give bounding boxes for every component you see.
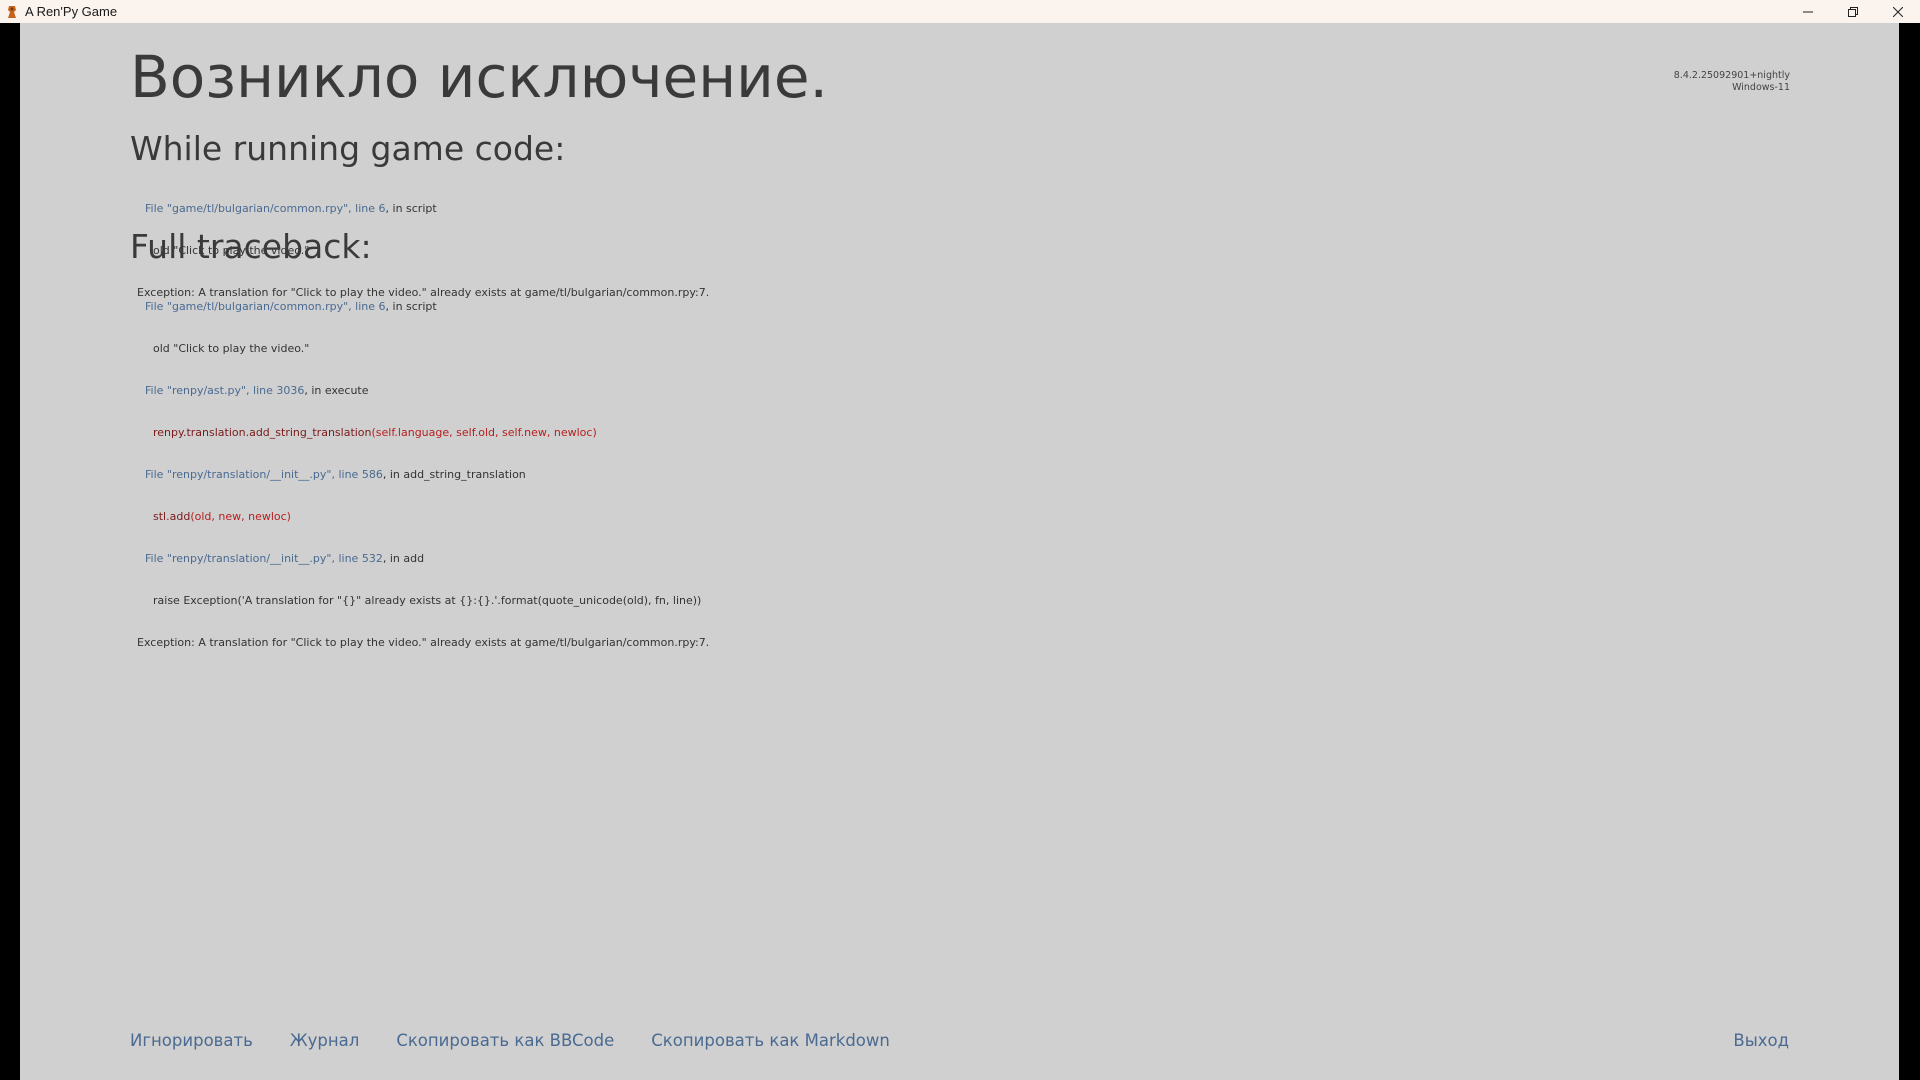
ignore-button[interactable]: Игнорировать: [130, 1031, 253, 1050]
file-link[interactable]: File "renpy/translation/__init__.py", li…: [145, 468, 383, 481]
traceback-file-line: File "game/tl/bulgarian/common.rpy", lin…: [145, 300, 437, 313]
traceback-code-line: raise Exception('A translation for "{}" …: [153, 594, 702, 607]
file-link[interactable]: File "game/tl/bulgarian/common.rpy", lin…: [145, 202, 386, 215]
renpy-app-icon: [5, 5, 19, 19]
log-button[interactable]: Журнал: [290, 1031, 359, 1050]
traceback-file-line: File "renpy/translation/__init__.py", li…: [145, 552, 425, 565]
file-link[interactable]: File "game/tl/bulgarian/common.rpy", lin…: [145, 300, 386, 313]
game-code-title: While running game code:: [130, 129, 566, 168]
exit-button[interactable]: Выход: [1733, 1031, 1789, 1050]
action-bar: Игнорировать Журнал Скопировать как BBCo…: [130, 1031, 1789, 1050]
game-screen: 8.4.2.25092901+nightly Windows-11 Возник…: [20, 23, 1899, 1080]
copy-markdown-button[interactable]: Скопировать как Markdown: [651, 1031, 890, 1050]
file-link[interactable]: File "renpy/ast.py", line 3036: [145, 384, 304, 397]
traceback-code-line: renpy.translation.add_string_translation…: [153, 426, 597, 439]
full-traceback-title: Full traceback:: [130, 227, 372, 266]
traceback-file-line: File "renpy/ast.py", line 3036, in execu…: [145, 384, 369, 397]
traceback-code-line: old "Click to play the video.": [153, 342, 310, 355]
window-title: A Ren'Py Game: [25, 4, 118, 19]
close-icon[interactable]: [1875, 0, 1920, 23]
copy-bbcode-button[interactable]: Скопировать как BBCode: [396, 1031, 614, 1050]
version-number: 8.4.2.25092901+nightly: [1673, 70, 1790, 81]
traceback-code-line: stl.add(old, new, newloc): [153, 510, 291, 523]
minimize-icon[interactable]: [1785, 0, 1830, 23]
full-traceback: File "game/tl/bulgarian/common.rpy", lin…: [130, 272, 709, 678]
traceback-file-line: File "game/tl/bulgarian/common.rpy", lin…: [145, 202, 437, 215]
platform-name: Windows-11: [1732, 82, 1790, 93]
exception-heading: Возникло исключение.: [130, 43, 828, 111]
file-link[interactable]: File "renpy/translation/__init__.py", li…: [145, 552, 383, 565]
exception-message: Exception: A translation for "Click to p…: [137, 636, 710, 649]
restore-icon[interactable]: [1830, 0, 1875, 23]
version-info: 8.4.2.25092901+nightly Windows-11: [1674, 70, 1790, 94]
window-titlebar: A Ren'Py Game: [0, 0, 1920, 23]
traceback-file-line: File "renpy/translation/__init__.py", li…: [145, 468, 526, 481]
